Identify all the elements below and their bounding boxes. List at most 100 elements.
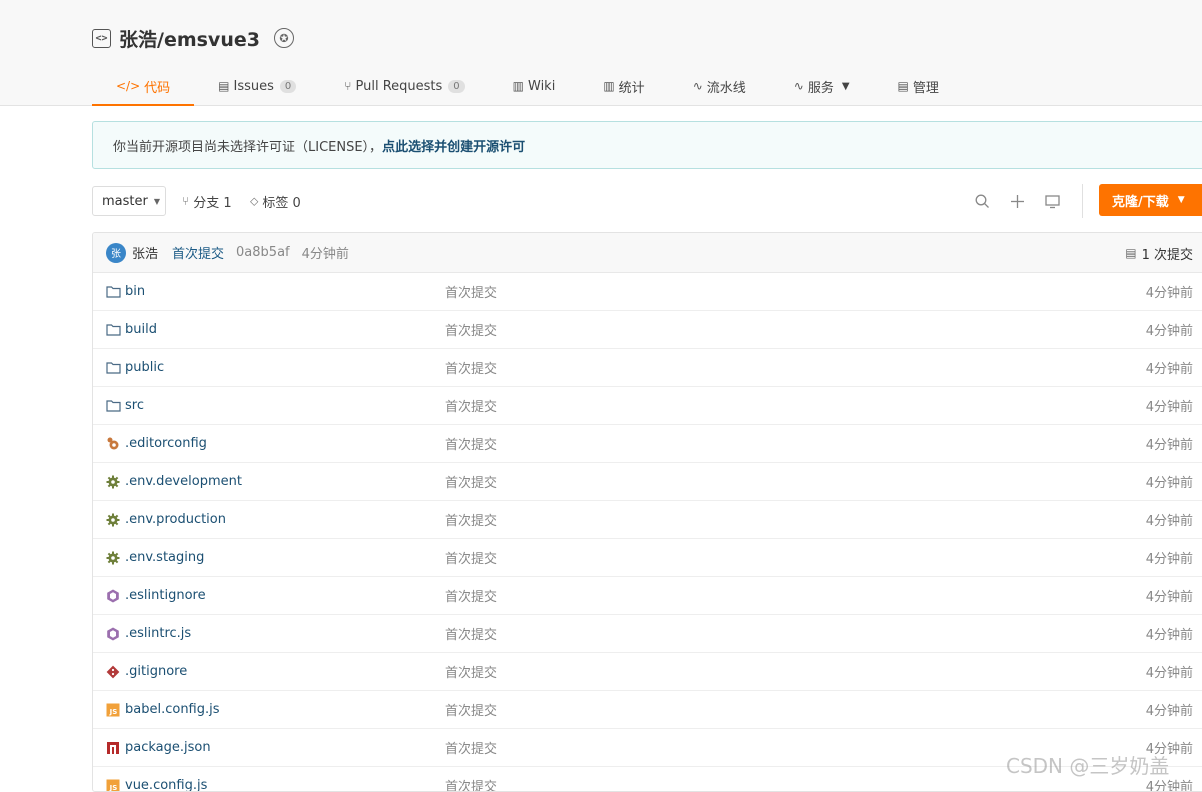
tab-6[interactable]: ∿服务▼ bbox=[770, 66, 874, 106]
commit-author[interactable]: 张浩 bbox=[132, 243, 158, 262]
file-commit-time: 4分钟前 bbox=[1146, 624, 1193, 643]
file-name[interactable]: .env.development bbox=[125, 474, 242, 489]
chevron-down-icon: ▼ bbox=[842, 81, 850, 92]
wiki-icon: ▥ bbox=[513, 79, 524, 93]
file-name[interactable]: vue.config.js bbox=[125, 778, 207, 792]
tab-7[interactable]: ▤ 管理 bbox=[874, 66, 963, 106]
file-name[interactable]: build bbox=[125, 322, 157, 337]
branches-link[interactable]: ⑂ 分支 1 bbox=[182, 186, 232, 216]
file-commit-message[interactable]: 首次提交 bbox=[445, 472, 497, 491]
table-row[interactable]: JSbabel.config.js首次提交4分钟前 bbox=[93, 691, 1202, 729]
file-commit-message[interactable]: 首次提交 bbox=[445, 624, 497, 643]
file-name[interactable]: public bbox=[125, 360, 164, 375]
table-row[interactable]: .editorconfig 首次提交 4分钟前 bbox=[93, 425, 1202, 463]
table-row[interactable]: src首次提交4分钟前 bbox=[93, 387, 1202, 425]
file-commit-message[interactable]: 首次提交 bbox=[445, 548, 497, 567]
issues-icon: ▤ bbox=[218, 79, 229, 93]
license-notice-link[interactable]: 点此选择并创建开源许可 bbox=[382, 136, 525, 155]
search-icon[interactable] bbox=[972, 191, 992, 211]
stats-icon: ▥ bbox=[603, 79, 614, 93]
tab-label: 服务 bbox=[808, 77, 834, 96]
file-name[interactable]: .eslintrc.js bbox=[125, 626, 191, 641]
add-file-icon[interactable] bbox=[1007, 191, 1027, 211]
file-name[interactable]: babel.config.js bbox=[125, 702, 220, 717]
table-row[interactable]: bin 首次提交 4分钟前 bbox=[93, 273, 1202, 311]
file-commit-message[interactable]: 首次提交 bbox=[445, 700, 497, 719]
tab-4[interactable]: ▥统计 bbox=[579, 66, 668, 106]
file-name[interactable]: src bbox=[125, 398, 144, 413]
file-name[interactable]: .env.production bbox=[125, 512, 226, 527]
file-commit-time: 4分钟前 bbox=[1146, 434, 1193, 453]
table-row[interactable]: .env.staging首次提交4分钟前 bbox=[93, 539, 1202, 577]
table-row[interactable]: .eslintignore首次提交4分钟前 bbox=[93, 577, 1202, 615]
pull-request-icon: ⑂ bbox=[344, 79, 351, 93]
file-commit-message[interactable]: 首次提交 bbox=[445, 662, 497, 681]
clone-download-button[interactable]: 克隆/下载 ▼ bbox=[1099, 184, 1202, 216]
svg-text:JS: JS bbox=[109, 784, 118, 792]
tab-label: 流水线 bbox=[707, 77, 746, 96]
branch-select-value: master bbox=[102, 194, 148, 209]
file-commit-message[interactable]: 首次提交 bbox=[445, 776, 497, 792]
tab-2[interactable]: ⑂ Pull Requests 0 bbox=[320, 66, 488, 106]
file-commit-message[interactable]: 首次提交 bbox=[445, 738, 497, 757]
js-icon: JS bbox=[105, 778, 121, 792]
file-commit-time: 4分钟前 bbox=[1146, 510, 1193, 529]
commit-message[interactable]: 首次提交 bbox=[172, 243, 224, 262]
chevron-down-icon: ▼ bbox=[154, 197, 160, 206]
gear-icon bbox=[105, 474, 121, 490]
file-commit-message[interactable]: 首次提交 bbox=[445, 586, 497, 605]
file-name[interactable]: package.json bbox=[125, 740, 211, 755]
clone-download-label: 克隆/下载 bbox=[1112, 191, 1169, 210]
file-commit-message[interactable]: 首次提交 bbox=[445, 320, 497, 339]
gear-icon bbox=[105, 512, 121, 528]
folder-icon bbox=[105, 398, 121, 414]
repo-code-icon: <> bbox=[92, 29, 111, 48]
file-commit-time: 4分钟前 bbox=[1146, 320, 1193, 339]
file-list: 张 张浩 首次提交 0a8b5af 4分钟前 ▤ 1 次提交 bin 首次提交 4分… bbox=[92, 232, 1202, 792]
tab-label: 管理 bbox=[913, 77, 939, 96]
file-commit-time: 4分钟前 bbox=[1146, 282, 1193, 301]
tab-label: Pull Requests bbox=[355, 79, 442, 94]
repo-name[interactable]: 张浩/emsvue3 bbox=[119, 25, 260, 52]
file-name[interactable]: bin bbox=[125, 284, 145, 299]
tab-5[interactable]: ∿ 流水线 bbox=[669, 66, 770, 106]
avatar[interactable]: 张 bbox=[106, 243, 126, 263]
table-row[interactable]: public 首次提交 4分钟前 bbox=[93, 349, 1202, 387]
table-row[interactable]: .env.development 首次提交 4分钟前 bbox=[93, 463, 1202, 501]
repo-title-bar: <> 张浩/emsvue3 ✪ bbox=[92, 24, 294, 52]
pipeline-icon: ∿ bbox=[693, 79, 703, 93]
file-name[interactable]: .gitignore bbox=[125, 664, 187, 679]
table-row[interactable]: build 首次提交 4分钟前 bbox=[93, 311, 1202, 349]
file-name[interactable]: .eslintignore bbox=[125, 588, 206, 603]
file-commit-time: 4分钟前 bbox=[1146, 700, 1193, 719]
table-row[interactable]: .eslintrc.js 首次提交 4分钟前 bbox=[93, 615, 1202, 653]
tab-3[interactable]: ▥ Wiki bbox=[489, 66, 580, 106]
tab-count-badge: 0 bbox=[448, 80, 464, 93]
folder-icon bbox=[105, 360, 121, 376]
commit-sha[interactable]: 0a8b5af bbox=[236, 245, 290, 260]
manage-icon: ▤ bbox=[898, 79, 909, 93]
file-commit-time: 4分钟前 bbox=[1146, 662, 1193, 681]
tab-label: Wiki bbox=[528, 79, 555, 94]
commit-count-link[interactable]: ▤ 1 次提交 bbox=[1125, 233, 1193, 273]
chevron-down-icon: ▼ bbox=[1178, 195, 1185, 205]
tab-1[interactable]: ▤Issues0 bbox=[194, 66, 320, 106]
web-ide-icon[interactable] bbox=[1042, 191, 1062, 211]
award-badge-icon[interactable]: ✪ bbox=[274, 28, 294, 48]
tags-link[interactable]: ⬦ 标签 0 bbox=[250, 186, 301, 216]
file-commit-message[interactable]: 首次提交 bbox=[445, 282, 497, 301]
file-commit-message[interactable]: 首次提交 bbox=[445, 396, 497, 415]
file-commit-message[interactable]: 首次提交 bbox=[445, 434, 497, 453]
file-commit-message[interactable]: 首次提交 bbox=[445, 510, 497, 529]
file-commit-time: 4分钟前 bbox=[1146, 472, 1193, 491]
folder-icon bbox=[105, 284, 121, 300]
table-row[interactable]: .env.production 首次提交 4分钟前 bbox=[93, 501, 1202, 539]
tab-0[interactable]: </>代码 bbox=[92, 66, 194, 106]
table-row[interactable]: .gitignore 首次提交 4分钟前 bbox=[93, 653, 1202, 691]
file-name[interactable]: .env.staging bbox=[125, 550, 204, 565]
file-name[interactable]: .editorconfig bbox=[125, 436, 207, 451]
file-commit-message[interactable]: 首次提交 bbox=[445, 358, 497, 377]
latest-commit-bar: 张 张浩 首次提交 0a8b5af 4分钟前 ▤ 1 次提交 bbox=[93, 233, 1202, 273]
file-commit-time: 4分钟前 bbox=[1146, 358, 1193, 377]
branch-select[interactable]: master ▼ bbox=[92, 186, 166, 216]
